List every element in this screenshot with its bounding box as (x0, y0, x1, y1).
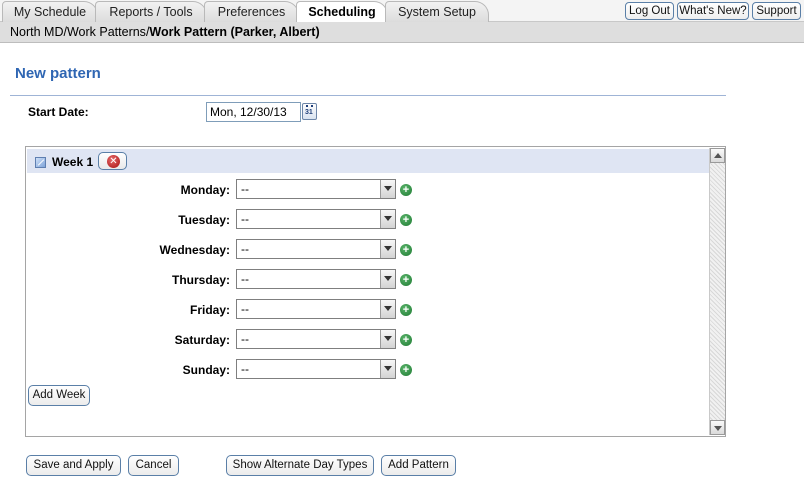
day-label: Monday: (180, 183, 230, 197)
show-alternate-day-types-button[interactable]: Show Alternate Day Types (226, 455, 374, 476)
breadcrumb-north-md[interactable]: North MD (10, 25, 63, 39)
scroll-up-icon[interactable] (710, 148, 725, 163)
select-value: -- (241, 212, 249, 226)
title-divider (10, 95, 726, 96)
add-shift-icon[interactable]: + (400, 274, 412, 286)
main-tab-bar: My Schedule Reports / Tools Preferences … (0, 0, 804, 23)
dropdown-arrow-icon[interactable] (380, 330, 395, 348)
dropdown-arrow-icon[interactable] (380, 270, 395, 288)
week-header: Week 1 ✕ (27, 149, 709, 173)
dropdown-arrow-icon[interactable] (380, 210, 395, 228)
calendar-icon[interactable]: 31 (302, 103, 317, 120)
add-pattern-button[interactable]: Add Pattern (381, 455, 456, 476)
whats-new-button[interactable]: What's New? (677, 2, 749, 20)
scroll-down-icon[interactable] (710, 420, 725, 435)
breadcrumb-current: Work Pattern (Parker, Albert) (149, 25, 320, 39)
day-type-select-wednesday[interactable]: -- (236, 239, 396, 259)
day-label: Sunday: (182, 363, 230, 377)
dropdown-arrow-icon[interactable] (380, 360, 395, 378)
dropdown-arrow-icon[interactable] (380, 240, 395, 258)
tab-scheduling[interactable]: Scheduling (296, 1, 388, 23)
select-value: -- (241, 242, 249, 256)
start-date-input[interactable]: Mon, 12/30/13 (206, 102, 301, 122)
add-shift-icon[interactable]: + (400, 364, 412, 376)
day-row-wednesday: Wednesday: -- + (26, 239, 426, 261)
start-date-label: Start Date: (28, 105, 89, 119)
select-value: -- (241, 302, 249, 316)
week-panel: Week 1 ✕ Monday: -- + Tuesday: -- + Wedn… (25, 146, 726, 437)
page-title: New pattern (15, 65, 101, 82)
day-type-select-monday[interactable]: -- (236, 179, 396, 199)
add-shift-icon[interactable]: + (400, 184, 412, 196)
add-shift-icon[interactable]: + (400, 334, 412, 346)
calendar-icon-day: 31 (305, 109, 313, 116)
breadcrumb: North MD/Work Patterns/Work Pattern (Par… (0, 22, 804, 43)
remove-week-button[interactable]: ✕ (98, 152, 127, 170)
logout-button[interactable]: Log Out (625, 2, 674, 20)
day-label: Thursday: (171, 273, 230, 287)
day-type-select-saturday[interactable]: -- (236, 329, 396, 349)
tab-preferences[interactable]: Preferences (204, 1, 299, 22)
add-shift-icon[interactable]: + (400, 214, 412, 226)
add-shift-icon[interactable]: + (400, 244, 412, 256)
select-value: -- (241, 362, 249, 376)
select-value: -- (241, 182, 249, 196)
day-label: Friday: (189, 303, 230, 317)
week-label: Week 1 (52, 155, 94, 169)
dropdown-arrow-icon[interactable] (380, 180, 395, 198)
tab-system-setup[interactable]: System Setup (385, 1, 489, 22)
tab-my-schedule[interactable]: My Schedule (2, 1, 98, 22)
save-and-apply-button[interactable]: Save and Apply (26, 455, 121, 476)
vertical-scrollbar[interactable] (709, 148, 725, 435)
day-type-select-friday[interactable]: -- (236, 299, 396, 319)
day-row-tuesday: Tuesday: -- + (26, 209, 426, 231)
day-row-saturday: Saturday: -- + (26, 329, 426, 351)
select-value: -- (241, 332, 249, 346)
remove-x-icon: ✕ (107, 155, 120, 168)
day-label: Saturday: (174, 333, 230, 347)
day-row-monday: Monday: -- + (26, 179, 426, 201)
select-value: -- (241, 272, 249, 286)
add-week-button[interactable]: Add Week (28, 385, 90, 406)
tab-reports-tools[interactable]: Reports / Tools (95, 1, 207, 22)
day-row-thursday: Thursday: -- + (26, 269, 426, 291)
dropdown-arrow-icon[interactable] (380, 300, 395, 318)
day-type-select-sunday[interactable]: -- (236, 359, 396, 379)
breadcrumb-work-patterns[interactable]: Work Patterns (67, 25, 146, 39)
collapse-icon[interactable] (35, 157, 46, 168)
day-type-select-tuesday[interactable]: -- (236, 209, 396, 229)
support-button[interactable]: Support (752, 2, 801, 20)
cancel-button[interactable]: Cancel (128, 455, 179, 476)
day-label: Tuesday: (178, 213, 230, 227)
day-row-friday: Friday: -- + (26, 299, 426, 321)
day-label: Wednesday: (159, 243, 230, 257)
day-type-select-thursday[interactable]: -- (236, 269, 396, 289)
add-shift-icon[interactable]: + (400, 304, 412, 316)
day-row-sunday: Sunday: -- + (26, 359, 426, 381)
